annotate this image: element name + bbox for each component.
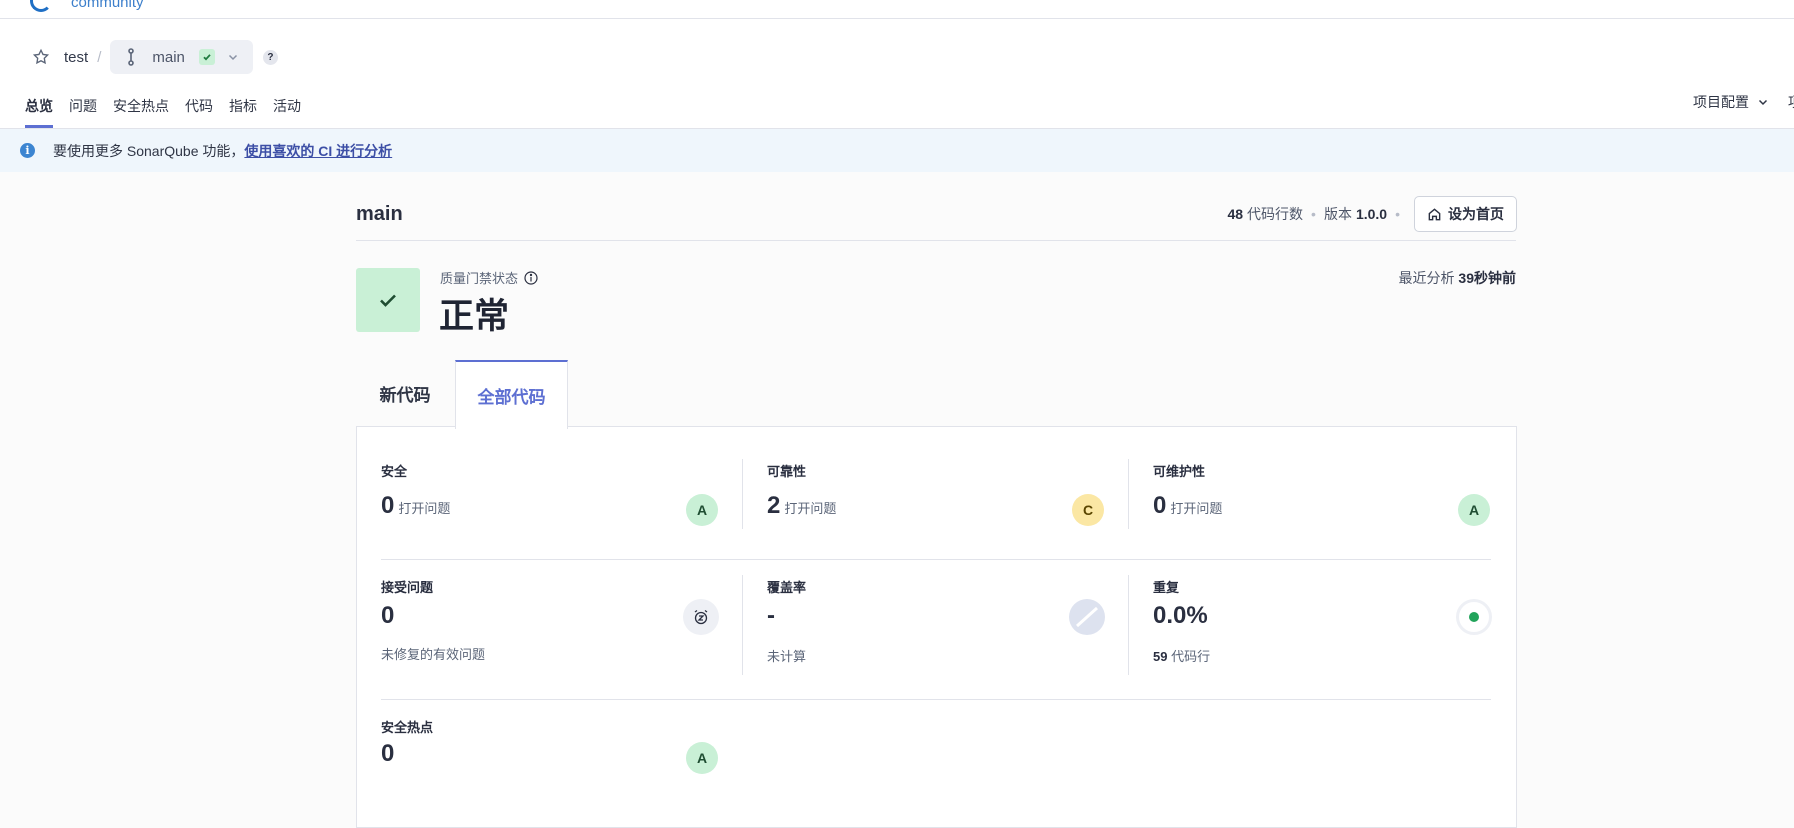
coverage-title: 覆盖率 (767, 580, 807, 595)
star-icon[interactable] (32, 48, 50, 66)
row-divider (381, 699, 1491, 700)
maintainability-title: 可维护性 (1153, 464, 1206, 479)
last-analysis-label: 最近分析 (1398, 270, 1455, 286)
security-hotspots-rating-badge[interactable]: A (686, 742, 718, 774)
security-hotspots-value[interactable]: 0 (381, 740, 394, 767)
tab-security-hotspots[interactable]: 安全热点 (113, 91, 169, 128)
banner-ci-link[interactable]: 使用喜欢的 CI 进行分析 (244, 141, 392, 161)
project-settings-label: 项目配置 (1693, 94, 1749, 110)
security-hotspots-title: 安全热点 (381, 720, 434, 735)
coverage-not-computed-icon (1069, 599, 1105, 635)
coverage-metric: 覆盖率 - 未计算 (767, 577, 1102, 665)
column-divider (1128, 575, 1129, 675)
version-label: 版本 (1323, 206, 1352, 222)
branch-title: main (356, 203, 403, 225)
accepted-issues-metric: 接受问题 0 未修复的有效问题 (381, 577, 716, 663)
branch-meta: 48 代码行数 • 版本 1.0.0 • 设为首页 (1227, 196, 1517, 232)
project-settings-menu[interactable]: 项目配置 (1693, 92, 1769, 112)
tab-issues[interactable]: 问题 (69, 91, 97, 128)
tab-new-code[interactable]: 新代码 (356, 360, 454, 427)
breadcrumb: test / main ? (32, 40, 278, 74)
breadcrumb-separator: / (97, 48, 102, 66)
accepted-issues-foot: 未修复的有效问题 (381, 647, 486, 662)
set-as-homepage-button[interactable]: 设为首页 (1414, 196, 1517, 232)
chevron-down-icon (1758, 99, 1768, 106)
column-divider (1128, 459, 1129, 529)
branch-status-check-icon (198, 49, 215, 65)
quality-gate-label: 质量门禁状态 (440, 268, 538, 287)
meta-dot: • (1311, 206, 1316, 222)
duplication-title: 重复 (1153, 580, 1180, 595)
banner-text: 要使用更多 SonarQube 功能， (53, 142, 245, 159)
reliability-value[interactable]: 2 (767, 492, 780, 520)
loc-label: 代码行数 (1247, 206, 1304, 222)
column-divider (742, 459, 743, 529)
check-icon (380, 294, 396, 307)
tab-overview[interactable]: 总览 (25, 91, 53, 128)
top-navbar: community (0, 0, 1794, 19)
brand-name[interactable]: community (71, 0, 144, 11)
row-divider (381, 559, 1491, 560)
security-rating-badge[interactable]: A (686, 494, 718, 526)
reliability-sub: 打开问题 (784, 501, 837, 516)
duplication-metric: 重复 0.0% 59 代码行 (1153, 577, 1488, 665)
duplication-foot: 59 代码行 (1153, 646, 1488, 665)
metrics-panel: 安全 0 打开问题 A 可靠性 2 打开问题 C 可维护性 0 打开问题 A 接… (356, 426, 1517, 828)
info-circle-icon[interactable] (524, 270, 538, 285)
header-divider (356, 240, 1516, 241)
duplication-lines-label: 代码行 (1171, 649, 1211, 664)
maintainability-sub: 打开问题 (1170, 501, 1223, 516)
quality-gate-label-text: 质量门禁状态 (440, 271, 519, 286)
set-as-homepage-label: 设为首页 (1448, 206, 1504, 222)
column-divider (742, 575, 743, 675)
project-name-link[interactable]: test (64, 49, 88, 66)
tab-activity[interactable]: 活动 (273, 91, 301, 128)
quality-gate-status: 正常 (439, 297, 510, 336)
quality-gate-pass-badge (356, 268, 420, 332)
security-title: 安全 (381, 464, 408, 479)
reliability-title: 可靠性 (767, 464, 807, 479)
reliability-metric: 可靠性 2 打开问题 (767, 461, 1102, 520)
reliability-rating-badge[interactable]: C (1072, 494, 1104, 526)
project-nav-tabs: 总览 问题 安全热点 代码 指标 活动 (25, 91, 317, 128)
duplication-indicator-icon (1456, 599, 1492, 635)
meta-dot: • (1395, 206, 1400, 222)
last-analysis-value: 39秒钟前 (1458, 270, 1516, 286)
loc-value: 48 (1227, 206, 1244, 222)
home-icon (1428, 207, 1441, 220)
duplication-value[interactable]: 0.0% (1153, 602, 1208, 629)
project-info-menu[interactable]: 项 (1788, 92, 1794, 112)
help-icon[interactable]: ? (262, 49, 278, 65)
maintainability-rating-badge[interactable]: A (1458, 494, 1490, 526)
accepted-issues-title: 接受问题 (381, 580, 434, 595)
coverage-foot: 未计算 (767, 649, 807, 664)
branch-icon (128, 48, 135, 66)
project-header: test / main ? 总览 问题 安全热点 代码 指标 活动 项目配置 项 (0, 19, 1794, 129)
tab-code[interactable]: 代码 (185, 91, 213, 128)
maintainability-metric: 可维护性 0 打开问题 (1153, 461, 1488, 520)
branch-selector[interactable]: main (110, 40, 253, 74)
tab-overall-code[interactable]: 全部代码 (455, 360, 568, 429)
alarm-clock-icon (683, 599, 719, 635)
branch-name: main (152, 48, 185, 66)
info-icon: i (20, 143, 35, 158)
chevron-down-icon (228, 54, 237, 61)
security-metric: 安全 0 打开问题 (381, 461, 716, 520)
maintainability-value[interactable]: 0 (1153, 492, 1166, 520)
security-sub: 打开问题 (398, 501, 451, 516)
security-value[interactable]: 0 (381, 492, 394, 520)
coverage-value: - (767, 602, 775, 629)
duplication-lines-value: 59 (1153, 649, 1168, 664)
version-value: 1.0.0 (1355, 206, 1388, 222)
tab-measures[interactable]: 指标 (229, 91, 257, 128)
security-hotspots-metric: 安全热点 0 (381, 717, 716, 768)
accepted-issues-value[interactable]: 0 (381, 602, 394, 629)
last-analysis: 最近分析 39秒钟前 (1399, 268, 1516, 288)
info-banner: i 要使用更多 SonarQube 功能， 使用喜欢的 CI 进行分析 (0, 129, 1794, 172)
sonarqube-logo-icon[interactable] (30, 0, 52, 12)
